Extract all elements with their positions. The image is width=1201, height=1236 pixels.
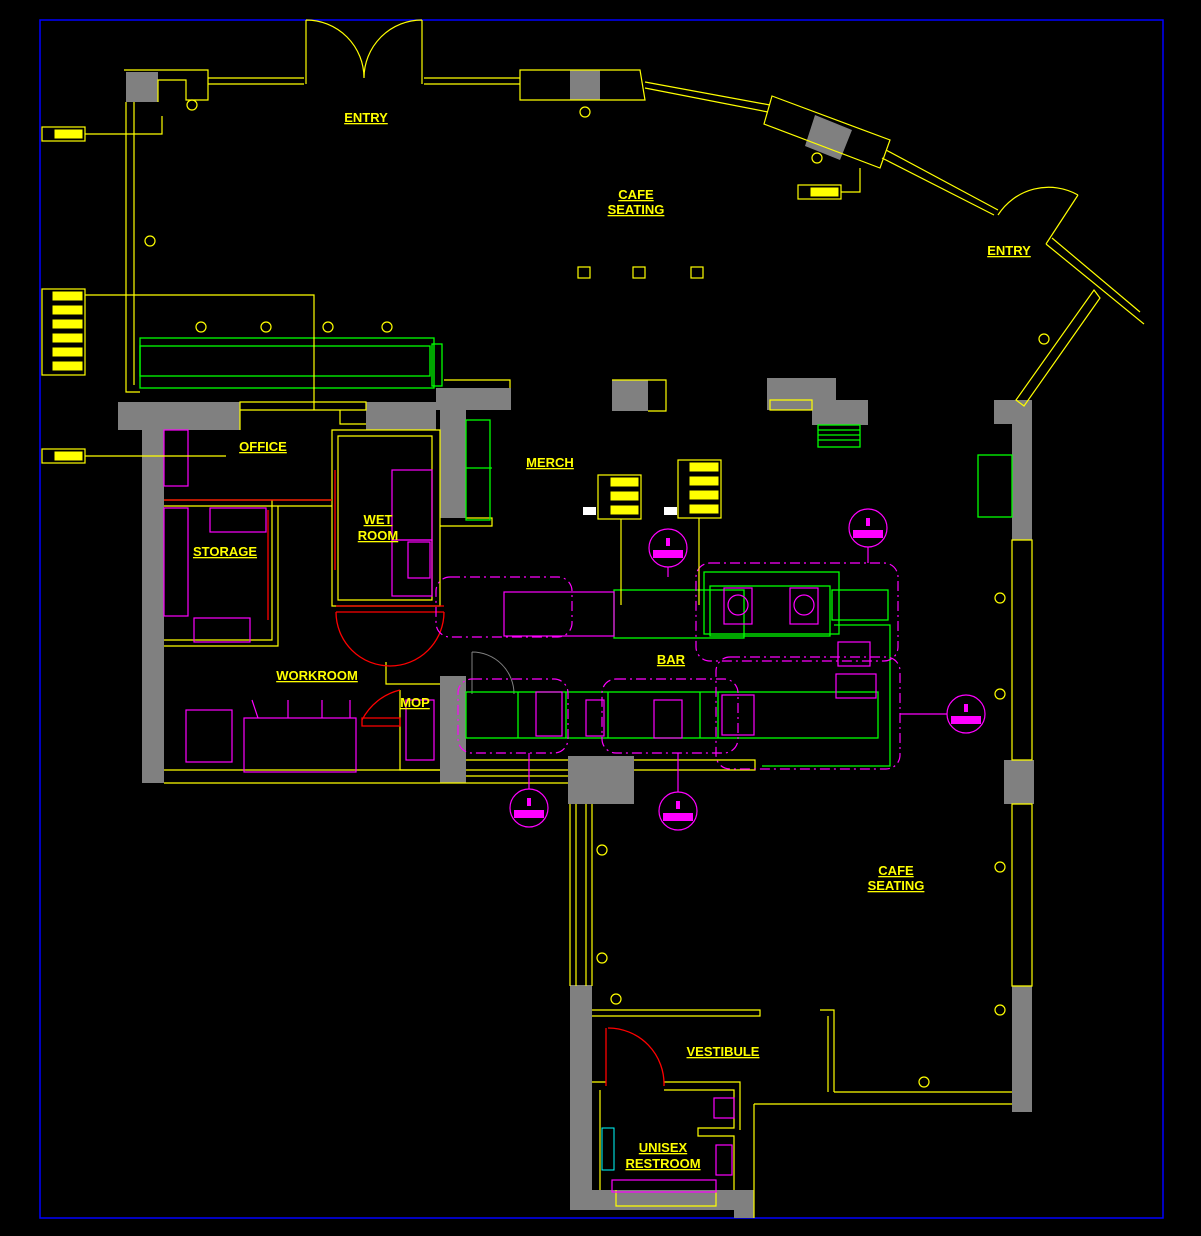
- electrical-panel-icon: [583, 474, 642, 605]
- electrical-panel-icon: [797, 168, 861, 200]
- room-label-mop: MOP: [400, 695, 430, 710]
- section-marker-icon: [848, 508, 888, 563]
- room-label-cafe-seating-north: SEATING: [608, 202, 665, 217]
- room-label-merch: MERCH: [526, 455, 574, 470]
- room-label-storage: STORAGE: [193, 544, 257, 559]
- electrical-panel-icon: [41, 288, 315, 410]
- electrical-panel-icon: [664, 459, 722, 605]
- drawing-frame: [39, 19, 1164, 1219]
- room-label-cafe-seating-south: SEATING: [868, 878, 925, 893]
- room-label-unisex-restroom: RESTROOM: [625, 1156, 700, 1171]
- room-label-entry-east: ENTRY: [987, 243, 1031, 258]
- electrical-panels: [41, 116, 861, 605]
- receptacles: [144, 99, 1050, 1088]
- room-label-cafe-seating-north: CAFE: [618, 187, 654, 202]
- room-label-entry-north: ENTRY: [344, 110, 388, 125]
- room-label-workroom: WORKROOM: [276, 668, 358, 683]
- section-marker-icon: [509, 753, 549, 828]
- electrical-panel-icon: [41, 116, 163, 142]
- electrical-panel-icon: [41, 448, 226, 464]
- room-label-bar: BAR: [657, 652, 686, 667]
- floor-plan: ENTRY CAFE SEATING ENTRY OFFICE MERCH WE…: [39, 19, 1164, 1219]
- room-labels: ENTRY CAFE SEATING ENTRY OFFICE MERCH WE…: [193, 110, 1031, 1171]
- room-label-vestibule: VESTIBULE: [687, 1044, 760, 1059]
- room-label-cafe-seating-south: CAFE: [878, 863, 914, 878]
- room-label-wet-room: WET: [364, 512, 393, 527]
- section-marker-icon: [658, 753, 698, 831]
- room-label-unisex-restroom: UNISEX: [639, 1140, 688, 1155]
- walls: [118, 70, 1034, 1218]
- section-marker-icon: [648, 528, 688, 577]
- section-marker-icon: [900, 694, 986, 734]
- room-label-wet-room: ROOM: [358, 528, 398, 543]
- room-label-office: OFFICE: [239, 439, 287, 454]
